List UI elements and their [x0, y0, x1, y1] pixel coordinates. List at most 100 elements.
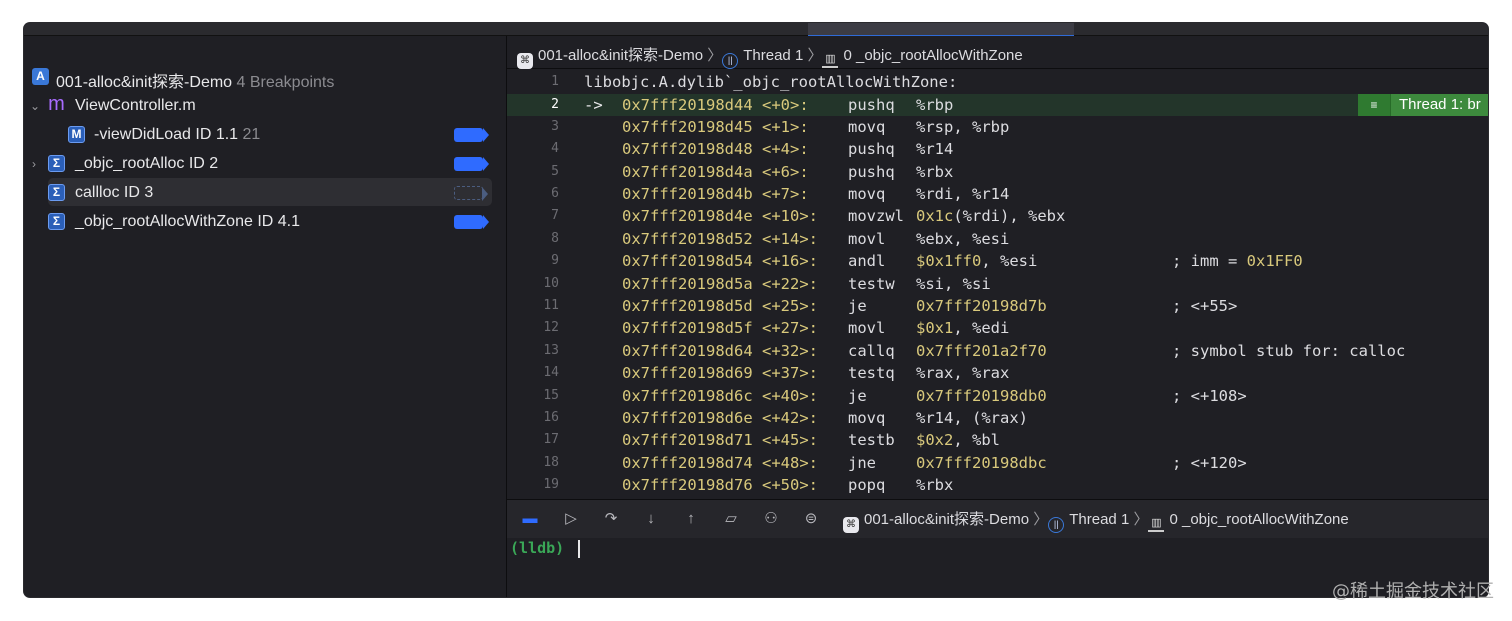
mnemonic: pushq [848, 96, 895, 114]
line-number: 12 [543, 320, 559, 336]
debug-breadcrumb-target[interactable]: 001-alloc&init探索-Demo [864, 511, 1029, 528]
line-number: 14 [543, 365, 559, 381]
jump-bar: ⌘ 001-alloc&init探索-Demo 〉 || Thread 1 〉 ▥ 0 _… [507, 36, 1488, 69]
debug-breadcrumb-frame[interactable]: 0 _objc_rootAllocWithZone [1169, 511, 1348, 528]
chevron-right-icon: 〉 [1033, 511, 1049, 528]
mnemonic: movq [848, 185, 886, 203]
disassembly-editor[interactable]: 1 libobjc.A.dylib`_objc_rootAllocWithZon… [507, 69, 1488, 499]
objc-file-icon: m [48, 93, 65, 115]
stack-frame-icon: ▥ [822, 54, 839, 68]
breadcrumb-frame[interactable]: 0 _objc_rootAllocWithZone [843, 47, 1022, 64]
operands: %rsp, %rbp [916, 117, 1010, 136]
breakpoint-disabled-icon[interactable] [454, 186, 488, 201]
immediate-operand: $0x2 [916, 431, 954, 450]
comment-text: ; <+55> [1172, 297, 1238, 315]
comment-text: ; symbol stub for: calloc [1172, 341, 1406, 360]
address: 0x7fff20198d52 [622, 229, 753, 248]
offset: <+37>: [762, 364, 818, 383]
debug-breadcrumb: ⌘ 001-alloc&init探索-Demo 〉 || Thread 1 〉 ▥ 0 _… [843, 508, 1349, 533]
breakpoint-row-objc-rootallocwithzone[interactable]: Σ _objc_rootAllocWithZone ID 4.1 [24, 208, 506, 236]
operands: , %esi [981, 252, 1038, 271]
thread-indicator-badge[interactable]: ≡ Thread 1: br [1358, 94, 1488, 116]
symbolic-breakpoint-icon: Σ [48, 155, 65, 172]
breakpoint-label: callloc ID 3 [75, 184, 154, 201]
line-number: 5 [551, 163, 559, 179]
line-number: 9 [551, 253, 559, 269]
breakpoint-row-callloc[interactable]: Σ callloc ID 3 [24, 179, 506, 207]
code-line: 3 0x7fff20198d45 <+1>: movq %rsp, %rbp [507, 116, 1488, 138]
project-row[interactable]: A 001-alloc&init探索-Demo 4 Breakpoints [24, 63, 506, 91]
code-line: 7 0x7fff20198d4e <+10>: movzwl 0x1c(%rdi), … [507, 205, 1488, 227]
breakpoint-label: _objc_rootAlloc ID 2 [75, 155, 219, 172]
address: 0x7fff20198d6c [622, 386, 753, 405]
operands: %si, %si [916, 274, 991, 293]
address-group: 0x7fff20198d71 <+45>: [622, 431, 818, 449]
offset: <+10>: [762, 207, 818, 226]
address: 0x7fff20198d74 [622, 453, 753, 472]
breakpoint-enabled-icon[interactable] [454, 215, 489, 229]
offset: <+22>: [762, 274, 818, 293]
operands-group: 0x7fff20198dbc [916, 454, 1047, 472]
file-row[interactable]: ⌄ m ViewController.m [24, 92, 506, 120]
environment-overrides-icon[interactable]: ⊜ [802, 510, 820, 528]
view-debugger-icon[interactable]: ▱ [722, 510, 740, 528]
memory-graph-icon[interactable]: ⚇ [762, 510, 780, 528]
debug-bar: ▬ ▷ ↷ ↓ ↑ ▱ ⚇ ⊜ ⌘ 001-alloc&init探索-Demo 〉… [507, 499, 1488, 539]
operands: %rbp [916, 96, 954, 114]
tab-strip [24, 23, 1488, 37]
code-line: 15 0x7fff20198d6c <+40>: je 0x7fff20198db0;… [507, 385, 1488, 407]
operands: , %bl [953, 431, 1000, 450]
current-code-line: 2 -> 0x7fff20198d44 <+0>: pushq %rbp ≡ T… [507, 94, 1488, 116]
operands: , %edi [953, 319, 1010, 338]
symbolic-breakpoint-icon: Σ [48, 184, 65, 201]
operands-group: $0x1, %edi [916, 319, 1009, 337]
breadcrumb-target[interactable]: 001-alloc&init探索-Demo [538, 47, 703, 64]
line-number: 18 [543, 454, 559, 470]
line-number: 15 [543, 387, 559, 403]
address: 0x7fff20198d4b [622, 185, 753, 203]
line-number: 6 [551, 186, 559, 201]
code-line: 8 0x7fff20198d52 <+14>: movl %ebx, %esi [507, 228, 1488, 250]
active-tab[interactable] [808, 23, 1074, 37]
mnemonic: movzwl [848, 207, 904, 226]
address-group: 0x7fff20198d5f <+27>: [622, 319, 818, 337]
address-group: 0x7fff20198d5a <+22>: [622, 275, 818, 293]
address-group: 0x7fff20198d45 <+1>: [622, 118, 809, 136]
breakpoint-enabled-icon[interactable] [454, 128, 489, 142]
function-header: libobjc.A.dylib`_objc_rootAllocWithZone: [584, 73, 958, 91]
thread-icon: || [1048, 517, 1065, 533]
xcode-window: A 001-alloc&init探索-Demo 4 Breakpoints ⌄ … [24, 23, 1488, 597]
address-group: 0x7fff20198d5d <+25>: [622, 297, 818, 315]
breakpoint-navigator: A 001-alloc&init探索-Demo 4 Breakpoints ⌄ … [24, 36, 507, 597]
continue-icon[interactable]: ▷ [562, 510, 580, 528]
operands: (%rdi), %ebx [953, 207, 1066, 226]
mnemonic: pushq [848, 162, 895, 181]
code-line: 5 0x7fff20198d4a <+6>: pushq %rbx [507, 161, 1488, 183]
immediate-operand: $0x1 [916, 319, 954, 338]
breadcrumb: ⌘ 001-alloc&init探索-Demo 〉 || Thread 1 〉 ▥ 0 _… [517, 44, 1023, 69]
chevron-right-icon[interactable]: › [32, 157, 36, 171]
breakpoint-row-viewdidload[interactable]: M -viewDidLoad ID 1.1 21 [24, 121, 506, 149]
breakpoint-row-objc-rootalloc[interactable]: › Σ _objc_rootAlloc ID 2 [24, 150, 506, 178]
line-number: 19 [543, 477, 559, 493]
code-line: 11 0x7fff20198d5d <+25>: je 0x7fff20198d7b;… [507, 295, 1488, 317]
breakpoint-enabled-icon[interactable] [454, 157, 489, 171]
offset: <+4>: [762, 140, 809, 159]
breakpoint-label: -viewDidLoad ID 1.1 [94, 126, 239, 143]
offset: <+14>: [762, 229, 818, 248]
mnemonic: callq [848, 341, 895, 360]
step-out-icon[interactable]: ↑ [682, 510, 700, 528]
comment: ; <+55> [1172, 297, 1237, 315]
debug-breadcrumb-thread[interactable]: Thread 1 [1069, 511, 1129, 528]
breakpoints-toggle-icon[interactable]: ▬ [521, 510, 539, 528]
mnemonic: movq [848, 409, 886, 427]
menu-icon: ≡ [1358, 94, 1391, 116]
step-over-icon[interactable]: ↷ [602, 510, 620, 528]
breadcrumb-thread[interactable]: Thread 1 [743, 47, 803, 64]
immediate-operand: $0x1ff0 [916, 252, 982, 271]
code-line: 4 0x7fff20198d48 <+4>: pushq %r14 [507, 138, 1488, 160]
step-into-icon[interactable]: ↓ [642, 510, 660, 528]
operands: %rdi, %r14 [916, 185, 1010, 203]
chevron-down-icon[interactable]: ⌄ [30, 99, 40, 113]
code-line: 12 0x7fff20198d5f <+27>: movl $0x1, %edi [507, 317, 1488, 339]
